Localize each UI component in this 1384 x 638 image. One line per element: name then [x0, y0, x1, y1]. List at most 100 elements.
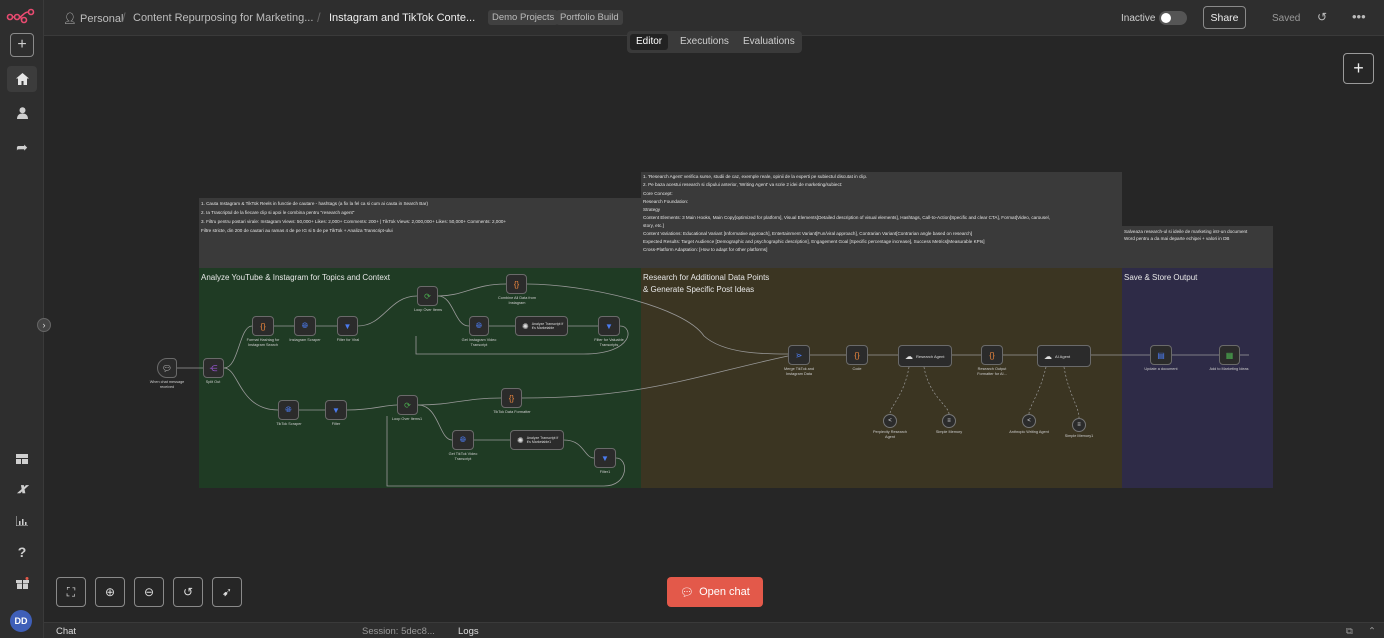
node-label: Merge TikTok and Instagram Data: [784, 367, 814, 376]
filter-icon: ▼: [601, 453, 609, 463]
tiktok-formatter-node[interactable]: {}: [501, 388, 522, 408]
workflow-canvas[interactable]: 1. Cauta Instagram & TikTok Reels in fun…: [44, 36, 1384, 622]
filter-viral-node[interactable]: ▼: [337, 316, 358, 336]
loop-items-tt-node[interactable]: ⟳: [397, 395, 418, 415]
breadcrumb-project[interactable]: 👤︎ Personal: [63, 12, 123, 25]
get-ig-transcript-node[interactable]: 🌐︎: [469, 316, 489, 336]
loop-icon: ⟳: [404, 400, 411, 410]
tab-editor[interactable]: Editor: [630, 34, 669, 50]
add-workflow-button[interactable]: +: [10, 33, 34, 57]
anthropic-icon: <: [1027, 418, 1031, 424]
chat-trigger-node[interactable]: 💬︎: [157, 358, 177, 378]
filter-icon: ▼: [332, 405, 340, 415]
node-label: Loop Over Items: [413, 308, 443, 312]
code-icon: {}: [508, 393, 515, 403]
filter1-node[interactable]: ▼: [594, 448, 616, 468]
app-window: + ➦ 𝒙 ? DD › 👤︎ Personal / Content Repur…: [0, 0, 1384, 638]
insights-icon[interactable]: [10, 509, 34, 533]
analyze-ig-node[interactable]: ✺ Analyze Transcript if it's Marketable: [515, 316, 568, 336]
robot-icon: ☁︎: [905, 351, 913, 361]
variables-icon[interactable]: 𝒙: [10, 478, 34, 502]
update-doc-node[interactable]: ▤: [1150, 345, 1172, 365]
add-node-button[interactable]: +: [1343, 53, 1374, 84]
tag-demo-projects[interactable]: Demo Projects: [488, 10, 559, 25]
code-icon: {}: [989, 350, 995, 360]
breadcrumb-folder[interactable]: Content Repurposing for Marketing...: [133, 12, 313, 24]
node-label: Code: [852, 367, 862, 371]
node-label: Perplexity Research Agent: [873, 430, 907, 439]
globe-icon: 🌐︎: [301, 321, 309, 330]
openai-icon: ✺: [522, 321, 529, 331]
code-icon: {}: [513, 279, 520, 289]
home-icon[interactable]: [7, 66, 37, 92]
tool-icon: <: [888, 418, 892, 424]
filter-node[interactable]: ▼: [325, 400, 347, 420]
code-icon: {}: [260, 321, 266, 331]
history-icon[interactable]: ↺: [1317, 10, 1327, 24]
simple-memory-node[interactable]: ≡: [942, 414, 956, 428]
filter-valuable-node[interactable]: ▼: [598, 316, 620, 336]
fit-view-button[interactable]: ⛶: [56, 577, 86, 607]
combine-data-node[interactable]: {}: [506, 274, 527, 294]
tag-portfolio-build[interactable]: Portfolio Build: [556, 10, 623, 25]
node-label: Format Hashtag for Instagram Search: [246, 338, 280, 347]
code-icon: {}: [854, 350, 860, 360]
chat-bubble-icon: 💬︎: [680, 586, 695, 599]
ai-agent-node[interactable]: ☁︎ AI Agent: [1037, 345, 1091, 367]
active-status-label: Inactive: [1121, 13, 1156, 24]
zoom-in-button[interactable]: ⊕: [95, 577, 125, 607]
node-label: TikTok Data Formatter: [493, 410, 531, 414]
research-agent-node[interactable]: ☁︎ Research Agent: [898, 345, 952, 367]
node-inline-label: Analyze Transcript if it's Marketable: [531, 322, 564, 330]
node-label: When chat message received: [149, 380, 185, 389]
tab-executions[interactable]: Executions: [674, 34, 735, 50]
add-ideas-node[interactable]: ▦: [1219, 345, 1240, 365]
user-icon[interactable]: [10, 101, 34, 125]
bottom-panel: Chat Session: 5dec8... Logs ⧉ ⌃: [44, 622, 1384, 638]
active-toggle[interactable]: [1159, 11, 1187, 25]
tiktok-scraper-node[interactable]: 🌐︎: [278, 400, 299, 420]
logs-panel-tab[interactable]: Logs: [458, 626, 479, 637]
node-label: TikTok Scraper: [276, 422, 302, 426]
open-chat-button[interactable]: 💬︎ Open chat: [667, 577, 763, 607]
node-label: Filter for Viral: [336, 338, 360, 342]
zoom-out-button[interactable]: ⊖: [134, 577, 164, 607]
split-out-node[interactable]: ⋲: [203, 358, 224, 378]
research-formatter-node[interactable]: {}: [981, 345, 1003, 365]
node-label: Loop Over Items1: [391, 417, 423, 421]
format-hashtag-node[interactable]: {}: [252, 316, 274, 336]
memory-icon: ≡: [1077, 422, 1081, 428]
analyze-tt-node[interactable]: ✺ Analyze Transcript if it's Marketable1: [510, 430, 564, 450]
node-label: Filter for Valuable Transcripts: [594, 338, 624, 347]
more-options-icon[interactable]: •••: [1352, 9, 1366, 24]
loop-items-ig-node[interactable]: ⟳: [417, 286, 438, 306]
view-tabs: Editor Executions Evaluations: [627, 31, 802, 53]
anthropic-writer-node[interactable]: <: [1022, 414, 1036, 428]
popout-icon[interactable]: ⧉: [1346, 626, 1353, 637]
perplexity-node[interactable]: <: [883, 414, 897, 428]
undo-button[interactable]: ↺: [173, 577, 203, 607]
tab-evaluations[interactable]: Evaluations: [737, 34, 801, 50]
n8n-logo[interactable]: [6, 6, 36, 26]
simple-memory1-node[interactable]: ≡: [1072, 418, 1086, 432]
loop-icon: ⟳: [424, 291, 431, 301]
share-button[interactable]: Share: [1203, 6, 1246, 29]
merge-node[interactable]: ⋗: [788, 345, 810, 365]
chat-panel-tab[interactable]: Chat: [56, 626, 76, 637]
get-tt-transcript-node[interactable]: 🌐︎: [452, 430, 474, 450]
templates-icon[interactable]: [10, 447, 34, 471]
workflow-title[interactable]: Instagram and TikTok Conte...: [329, 12, 475, 24]
gift-icon[interactable]: [10, 571, 34, 595]
doc-icon: ▤: [1157, 350, 1165, 360]
collapse-sidebar-icon[interactable]: ›: [37, 318, 51, 332]
share-arrow-icon[interactable]: ➦: [10, 135, 34, 159]
node-label: Get Instagram Video Transcript: [461, 338, 497, 347]
code-node[interactable]: {}: [846, 345, 868, 365]
node-label: Add to Marketing Ideas: [1209, 367, 1249, 371]
tidy-up-button[interactable]: ➹: [212, 577, 242, 607]
expand-icon[interactable]: ⌃: [1368, 626, 1376, 637]
instagram-scraper-node[interactable]: 🌐︎: [294, 316, 316, 336]
help-icon[interactable]: ?: [10, 540, 34, 564]
breadcrumb-separator: /: [317, 10, 321, 25]
avatar[interactable]: DD: [10, 610, 32, 632]
